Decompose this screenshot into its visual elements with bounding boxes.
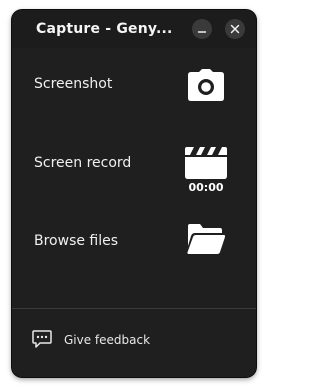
clapperboard-icon — [185, 147, 227, 179]
screenshot-label: Screenshot — [34, 76, 113, 92]
screenshot-button[interactable]: Screenshot — [12, 55, 256, 115]
camera-icon — [188, 69, 224, 101]
minimize-icon — [197, 31, 207, 33]
give-feedback-label: Give feedback — [64, 333, 151, 347]
title-bar[interactable]: Capture - Geny... — [12, 10, 256, 48]
screen-record-label: Screen record — [34, 155, 132, 171]
capture-window: Capture - Geny... Screenshot Screen reco… — [12, 10, 256, 377]
browse-files-button[interactable]: Browse files — [12, 210, 256, 270]
give-feedback-button[interactable]: Give feedback — [12, 322, 256, 358]
close-icon — [230, 24, 240, 34]
chat-bubble-icon — [32, 330, 52, 348]
browse-files-label: Browse files — [34, 233, 119, 249]
screen-record-button[interactable]: Screen record 00:00 — [12, 132, 256, 194]
window-title: Capture - Geny... — [36, 21, 173, 37]
record-timer: 00:00 — [188, 181, 224, 194]
close-button[interactable] — [225, 19, 245, 39]
folder-open-icon — [187, 224, 225, 254]
minimize-button[interactable] — [192, 19, 212, 39]
footer-divider — [12, 308, 256, 309]
